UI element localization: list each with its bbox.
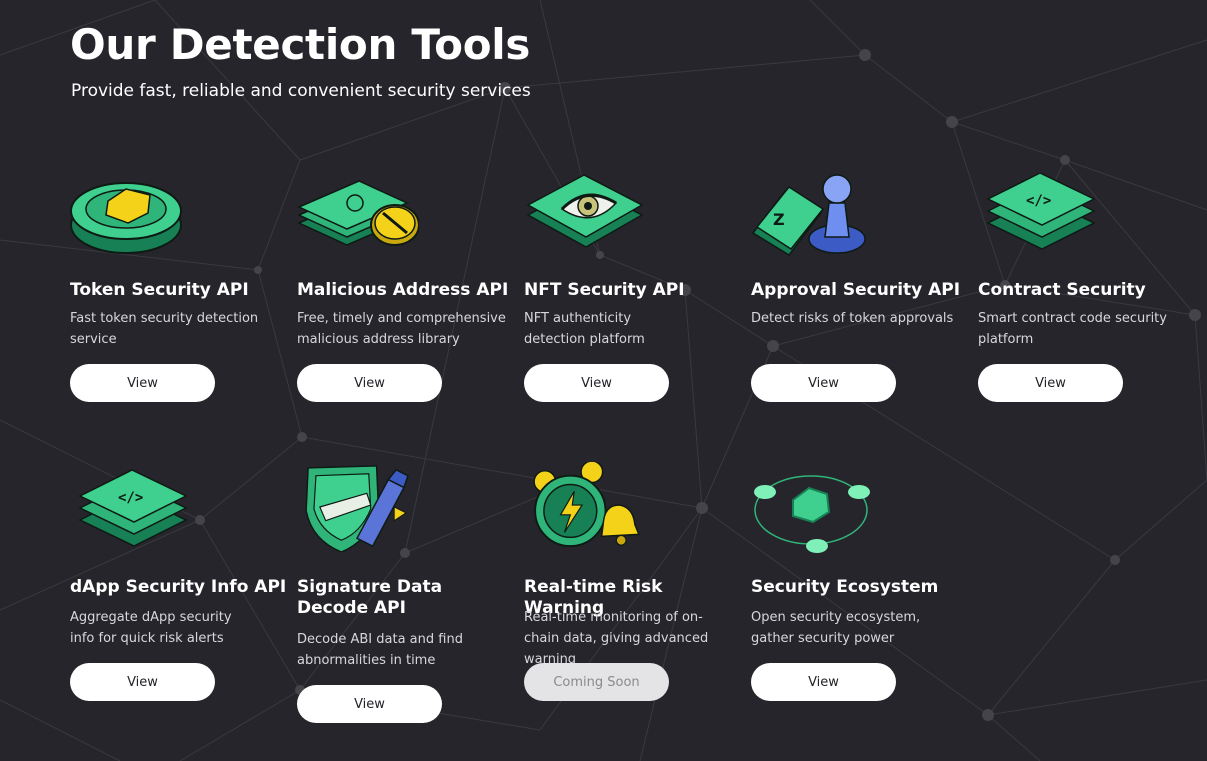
svg-text:</>: </> (118, 490, 143, 506)
page-subtitle: Provide fast, reliable and convenient se… (71, 81, 531, 101)
ecosystem-orbit-icon (751, 466, 873, 556)
view-button[interactable]: View (751, 364, 896, 402)
card-title: NFT Security API (524, 280, 685, 300)
card-description: Aggregate dApp security info for quick r… (70, 610, 232, 646)
view-button[interactable]: View (297, 685, 442, 723)
view-button[interactable]: View (751, 663, 896, 701)
approval-stamp-icon: Z (751, 173, 873, 263)
view-button[interactable]: View (524, 364, 669, 402)
card-description: Detect risks of token approvals (751, 311, 954, 326)
card-approval-security-api: Z Approval Security API Detect risks of … (751, 173, 976, 403)
code-layers-icon: </> (978, 173, 1100, 263)
card-description: NFT authenticity detection platform (524, 311, 645, 347)
card-signature-data-decode-api: Signature Data Decode API Decode ABI dat… (297, 462, 522, 724)
card-description: Smart contract code security platform (978, 311, 1167, 347)
card-malicious-address-api: Malicious Address API Free, timely and c… (297, 173, 522, 403)
shield-pen-icon (297, 462, 419, 552)
card-title: Contract Security (978, 280, 1146, 300)
alarm-clock-icon (524, 462, 646, 552)
card-title: Malicious Address API (297, 280, 509, 300)
card-dapp-security-info-api: </> dApp Security Info API Aggregate dAp… (70, 466, 295, 706)
view-button[interactable]: View (978, 364, 1123, 402)
page-title: Our Detection Tools (70, 20, 531, 69)
card-title: Security Ecosystem (751, 577, 939, 597)
card-description: Free, timely and comprehensive malicious… (297, 311, 506, 347)
token-coin-icon (70, 173, 192, 263)
svg-text:</>: </> (1026, 193, 1051, 209)
card-title: dApp Security Info API (70, 577, 287, 597)
card-title: Token Security API (70, 280, 249, 300)
banknote-stack-icon (297, 173, 419, 263)
card-title: Signature Data Decode API (297, 577, 443, 618)
card-description: Real-time monitoring of on-chain data, g… (524, 610, 709, 667)
svg-text:Z: Z (773, 210, 785, 229)
coming-soon-button: Coming Soon (524, 663, 669, 701)
card-token-security-api: Token Security API Fast token security d… (70, 173, 295, 403)
card-security-ecosystem: Security Ecosystem Open security ecosyst… (751, 466, 976, 706)
code-layers-icon: </> (70, 466, 192, 556)
view-button[interactable]: View (70, 663, 215, 701)
view-button[interactable]: View (297, 364, 442, 402)
card-title: Approval Security API (751, 280, 961, 300)
card-description: Fast token security detection service (70, 311, 259, 347)
card-nft-security-api: NFT Security API NFT authenticity detect… (524, 173, 749, 403)
eye-tile-icon (524, 173, 646, 263)
card-description: Open security ecosystem, gather security… (751, 610, 921, 646)
card-description: Decode ABI data and find abnormalities i… (297, 632, 463, 668)
card-contract-security: </> Contract Security Smart contract cod… (978, 173, 1203, 403)
view-button[interactable]: View (70, 364, 215, 402)
detection-tools-section: Our Detection Tools Provide fast, reliab… (0, 0, 1207, 761)
card-real-time-risk-warning: Real-time Risk Warning Real-time monitor… (524, 462, 749, 704)
